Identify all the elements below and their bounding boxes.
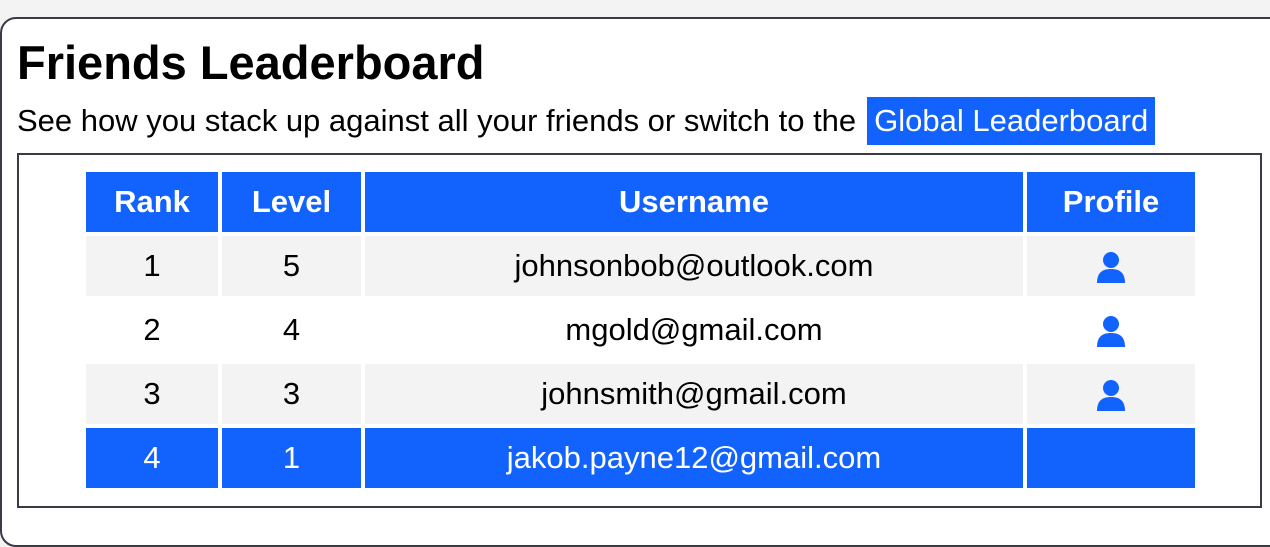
profile-cell	[1027, 236, 1195, 296]
page-subtitle: See how you stack up against all your fr…	[17, 97, 1156, 145]
leaderboard-table-frame: Rank Level Username Profile 1 5 johnsonb…	[17, 153, 1262, 508]
profile-cell	[1027, 428, 1195, 488]
leaderboard-table: Rank Level Username Profile 1 5 johnsonb…	[82, 168, 1199, 492]
table-row: 2 4 mgold@gmail.com	[86, 300, 1195, 360]
subtitle-text: See how you stack up against all your fr…	[17, 103, 857, 138]
user-icon[interactable]	[1094, 250, 1128, 284]
rank-cell: 4	[86, 428, 218, 488]
column-header-username: Username	[365, 172, 1023, 232]
level-cell: 1	[222, 428, 361, 488]
username-cell: johnsonbob@outlook.com	[365, 236, 1023, 296]
username-cell: johnsmith@gmail.com	[365, 364, 1023, 424]
level-cell: 3	[222, 364, 361, 424]
profile-cell	[1027, 300, 1195, 360]
user-icon[interactable]	[1094, 314, 1128, 348]
column-header-profile: Profile	[1027, 172, 1195, 232]
table-row: 1 5 johnsonbob@outlook.com	[86, 236, 1195, 296]
profile-cell	[1027, 364, 1195, 424]
column-header-rank: Rank	[86, 172, 218, 232]
username-cell: mgold@gmail.com	[365, 300, 1023, 360]
username-cell: jakob.payne12@gmail.com	[365, 428, 1023, 488]
table-header-row: Rank Level Username Profile	[86, 172, 1195, 232]
level-cell: 4	[222, 300, 361, 360]
rank-cell: 3	[86, 364, 218, 424]
table-row: 3 3 johnsmith@gmail.com	[86, 364, 1195, 424]
rank-cell: 2	[86, 300, 218, 360]
page-title: Friends Leaderboard	[17, 36, 485, 89]
column-header-level: Level	[222, 172, 361, 232]
current-user-row: 4 1 jakob.payne12@gmail.com	[86, 428, 1195, 488]
global-leaderboard-link[interactable]: Global Leaderboard	[867, 97, 1156, 145]
level-cell: 5	[222, 236, 361, 296]
leaderboard-card: Friends Leaderboard See how you stack up…	[0, 17, 1270, 547]
rank-cell: 1	[86, 236, 218, 296]
user-icon[interactable]	[1094, 378, 1128, 412]
